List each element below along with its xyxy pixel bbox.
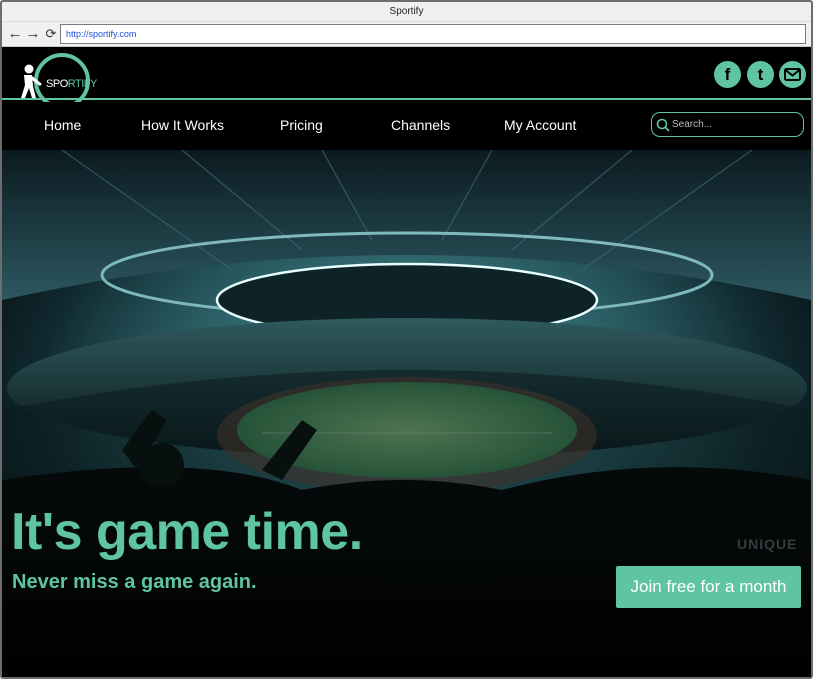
hero-banner: UNIQUE It's game time. Never miss a game… — [2, 150, 811, 677]
forward-icon[interactable]: → — [25, 25, 41, 43]
join-free-button[interactable]: Join free for a month — [616, 566, 801, 608]
reload-icon[interactable]: ⟳ — [43, 25, 59, 43]
search-icon — [656, 118, 670, 132]
watermark: UNIQUE — [737, 536, 798, 552]
search-input[interactable] — [672, 116, 800, 133]
browser-window: Sportify ← → ⟳ http://sportify.com SPORT… — [0, 0, 813, 679]
search-box[interactable] — [651, 112, 804, 137]
nav-channels[interactable]: Channels — [391, 117, 450, 133]
logo-text: SPORTIFY — [46, 78, 97, 90]
nav-home[interactable]: Home — [44, 117, 81, 133]
envelope-icon[interactable] — [779, 61, 806, 88]
website: SPORTIFY f t Home How It Works Pricing C… — [2, 48, 811, 677]
hero-headline: It's game time. — [11, 503, 363, 561]
window-title: Sportify — [2, 2, 811, 22]
nav-pricing[interactable]: Pricing — [280, 117, 323, 133]
nav-how-it-works[interactable]: How It Works — [141, 117, 224, 133]
back-icon[interactable]: ← — [7, 25, 23, 43]
runner-icon — [21, 64, 42, 98]
nav-my-account[interactable]: My Account — [504, 117, 576, 133]
browser-toolbar: ← → ⟳ http://sportify.com — [2, 22, 811, 47]
twitter-icon[interactable]: t — [747, 61, 774, 88]
hero-subline: Never miss a game again. — [12, 571, 257, 593]
facebook-icon[interactable]: f — [714, 61, 741, 88]
address-bar[interactable]: http://sportify.com — [60, 24, 806, 44]
brand-bar: SPORTIFY f t — [2, 48, 811, 109]
main-nav: Home How It Works Pricing Channels My Ac… — [2, 102, 811, 150]
